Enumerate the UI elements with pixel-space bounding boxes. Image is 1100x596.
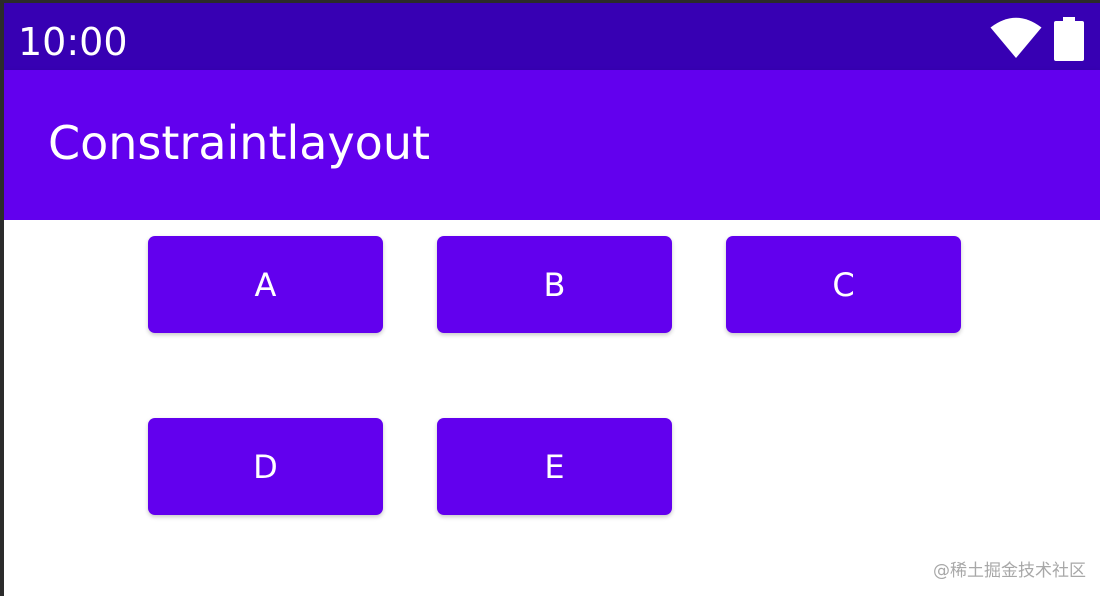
- button-a[interactable]: A: [148, 236, 383, 333]
- button-d[interactable]: D: [148, 418, 383, 515]
- app-bar: Constraintlayout: [4, 70, 1100, 220]
- battery-icon: [1054, 17, 1084, 66]
- status-bar: 10:00: [4, 3, 1100, 70]
- wifi-icon: [990, 17, 1042, 64]
- watermark: @稀土掘金技术社区: [933, 561, 1086, 581]
- button-b[interactable]: B: [437, 236, 672, 333]
- status-time: 10:00: [18, 20, 128, 64]
- device-screen: 10:00 Constraintlayout A B C D E @稀土掘金技术…: [4, 3, 1100, 596]
- button-e[interactable]: E: [437, 418, 672, 515]
- status-icons: [990, 17, 1084, 61]
- constraint-layout-content: A B C D E @稀土掘金技术社区: [4, 220, 1100, 596]
- button-c[interactable]: C: [726, 236, 961, 333]
- app-title: Constraintlayout: [48, 116, 431, 170]
